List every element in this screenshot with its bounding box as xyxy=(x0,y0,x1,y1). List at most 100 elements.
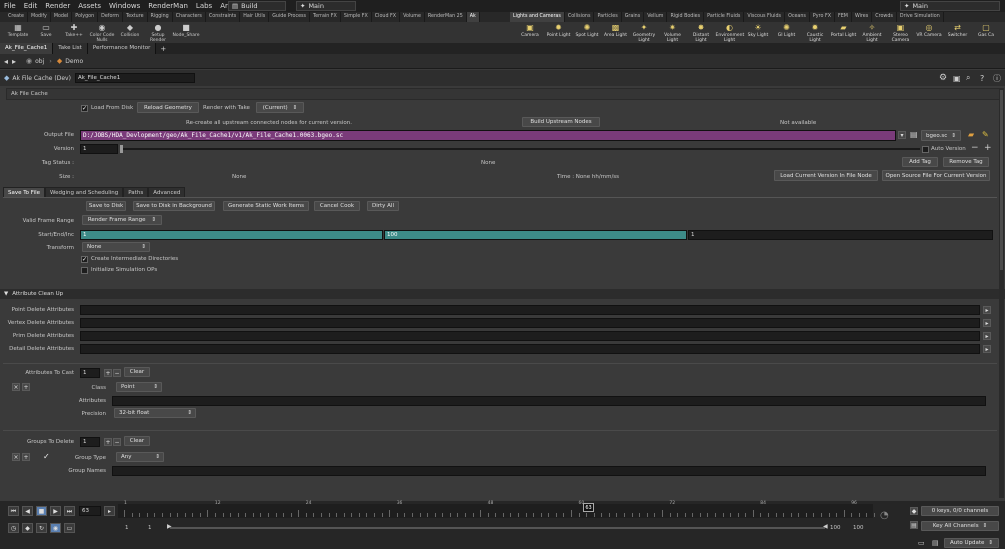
shelf-tab[interactable]: Create xyxy=(5,12,28,22)
group-type-dropdown[interactable]: Any ⇕ xyxy=(116,452,164,462)
keys-channels-display[interactable]: 0 keys, 0/0 channels xyxy=(921,506,999,516)
shelf-tool[interactable]: ✸ Distant Light xyxy=(687,22,715,43)
version-field[interactable]: 1 xyxy=(80,144,118,154)
shelf-tab[interactable]: Cloud FX xyxy=(372,12,401,22)
cast-entry-remove-icon[interactable]: × xyxy=(12,383,20,391)
shelf-tab[interactable]: Collisions xyxy=(565,12,595,22)
shelf-tool[interactable]: ◐ Environment Light xyxy=(716,22,745,43)
parameter-scrollbar[interactable] xyxy=(999,88,1004,498)
precision-dropdown[interactable]: 32-bit float ⇕ xyxy=(114,408,196,418)
file-browse-icon[interactable]: ▤ xyxy=(910,130,918,139)
shelf-tab[interactable]: Lights and Cameras xyxy=(510,12,565,22)
shelf-tool[interactable]: ◉ Color Code Nulls xyxy=(88,22,116,43)
shelf-tab[interactable]: Viscous Fluids xyxy=(744,12,786,22)
action-button[interactable]: Generate Static Work Items xyxy=(223,201,309,211)
menu-item[interactable]: RenderMan xyxy=(144,2,192,10)
cast-attributes-field[interactable] xyxy=(112,396,986,406)
jump-start-icon[interactable]: ⏮ xyxy=(8,506,19,516)
end-frame-field[interactable]: 100 xyxy=(384,230,687,240)
cleanup-row-menu-icon[interactable]: ▸ xyxy=(983,345,991,353)
init-sim-checkbox[interactable] xyxy=(81,267,88,274)
groups-add-icon[interactable]: + xyxy=(104,438,112,446)
shelf-tab[interactable]: Ak xyxy=(466,12,480,22)
attribute-cleanup-header[interactable]: ▼ Attribute Clean Up xyxy=(0,289,1005,299)
shelf-tab[interactable]: Model xyxy=(51,12,73,22)
cast-add-icon[interactable]: + xyxy=(104,369,112,377)
cleanup-row-field[interactable] xyxy=(80,344,980,354)
node-name-field[interactable]: Ak_File_Cache1 xyxy=(74,73,195,83)
back-arrow-icon[interactable]: ◂ xyxy=(4,57,8,66)
shelf-tool[interactable]: ● Setup Render xyxy=(144,22,172,43)
info-icon[interactable]: ⓘ xyxy=(993,73,1001,84)
main-tab[interactable]: Advanced xyxy=(148,187,186,197)
remove-tag-button[interactable]: Remove Tag xyxy=(943,157,989,167)
shelf-tool[interactable]: ▦ Template xyxy=(4,22,32,38)
open-source-file-button[interactable]: Open Source File For Current Version xyxy=(882,170,990,181)
shelf-tab[interactable]: RenderMan 25 xyxy=(425,12,467,22)
shelf-tab[interactable]: Pyro FX xyxy=(810,12,836,22)
shelf-tab[interactable]: Terrain FX xyxy=(310,12,341,22)
range-start2[interactable]: 1 xyxy=(148,525,152,531)
cleanup-row-field[interactable] xyxy=(80,331,980,341)
inc-frame-field[interactable]: 1 xyxy=(688,230,993,240)
search-icon[interactable]: ⌕ xyxy=(966,73,970,83)
cleanup-row-menu-icon[interactable]: ▸ xyxy=(983,306,991,314)
output-file-field[interactable]: D:/JOBS/HDA_Devlopment/geo/Ak_File_Cache… xyxy=(80,130,896,141)
range-handle-icon[interactable]: ▶ xyxy=(167,523,172,530)
action-button[interactable]: Dirty All xyxy=(367,201,399,211)
menu-item[interactable]: Edit xyxy=(20,2,42,10)
group-names-field[interactable] xyxy=(112,466,986,476)
menu-item[interactable]: File xyxy=(0,2,20,10)
shelf-tool[interactable]: ▩ Area Light xyxy=(602,22,630,38)
bookmark-icon[interactable]: ▣ xyxy=(953,74,961,83)
display-icon[interactable]: ▤ xyxy=(932,539,939,547)
main-tab[interactable]: Paths xyxy=(123,187,149,197)
menu-item[interactable]: Windows xyxy=(105,2,144,10)
range-start[interactable]: 1 xyxy=(125,525,129,531)
shelf-tab[interactable]: Vellum xyxy=(644,12,668,22)
open-folder-icon[interactable]: ▰ xyxy=(968,130,974,139)
shelf-tool[interactable]: ◎ VR Camera xyxy=(915,22,943,38)
cast-entry-insert-icon[interactable]: + xyxy=(22,383,30,391)
forward-arrow-icon[interactable]: ▸ xyxy=(12,57,16,66)
shelf-tool[interactable]: ■ Node_Share xyxy=(172,22,200,38)
shelf-tab[interactable]: Characters xyxy=(173,12,206,22)
transform-dropdown[interactable]: None ⇕ xyxy=(82,242,150,252)
groups-delete-count[interactable]: 1 xyxy=(80,437,100,447)
shelf-tab[interactable]: Modify xyxy=(28,12,51,22)
realtime-icon[interactable]: ◷ xyxy=(8,523,19,533)
shelf-tab[interactable]: Crowds xyxy=(872,12,897,22)
cleanup-row-field[interactable] xyxy=(80,318,980,328)
shelf-tool[interactable]: ⇄ Switcher xyxy=(944,22,972,38)
audio-icon[interactable]: ◉ xyxy=(50,523,61,533)
current-frame-field[interactable]: 63 xyxy=(79,506,101,516)
groups-remove-icon[interactable]: − xyxy=(113,438,121,446)
action-button[interactable]: Save to Disk in Background xyxy=(133,201,215,211)
help-icon[interactable]: ? xyxy=(980,74,984,83)
context-dropdown[interactable]: ✦ Main xyxy=(296,1,356,11)
shelf-tab[interactable]: Wires xyxy=(852,12,873,22)
shelf-tab[interactable]: Oceans xyxy=(785,12,810,22)
right-context-dropdown[interactable]: ✦ Main xyxy=(900,1,1000,11)
shelf-tool[interactable]: ▭ Save xyxy=(32,22,60,38)
reload-geometry-button[interactable]: Reload Geometry xyxy=(137,102,199,113)
add-tab-icon[interactable]: + xyxy=(156,45,170,53)
shelf-tab[interactable]: Rigid Bodies xyxy=(667,12,705,22)
shelf-tab[interactable]: Polygon xyxy=(72,12,99,22)
shelf-tab[interactable]: Texture xyxy=(123,12,148,22)
version-slider-handle[interactable] xyxy=(120,145,123,153)
shelf-tab[interactable]: Particle Fluids xyxy=(704,12,745,22)
gear-icon[interactable]: ⚙ xyxy=(939,73,947,83)
render-take-dropdown[interactable]: (Current) ⇕ xyxy=(256,102,304,113)
class-dropdown[interactable]: Point ⇕ xyxy=(116,382,162,392)
shelf-tool[interactable]: ✺ Spot Light xyxy=(573,22,601,38)
desktop-dropdown[interactable]: ▤ Build xyxy=(228,1,286,11)
scrollbar-thumb[interactable] xyxy=(1000,90,1003,270)
pane-tab[interactable]: Performance Monitor xyxy=(87,43,157,54)
shelf-tab[interactable]: Guide Process xyxy=(269,12,311,22)
play-icon[interactable]: ▶ xyxy=(50,506,61,516)
key-icon[interactable]: ◆ xyxy=(910,507,918,515)
groups-clear-button[interactable]: Clear xyxy=(124,436,150,446)
playhead[interactable]: 63 xyxy=(583,503,594,512)
add-tag-button[interactable]: Add Tag xyxy=(902,157,938,167)
